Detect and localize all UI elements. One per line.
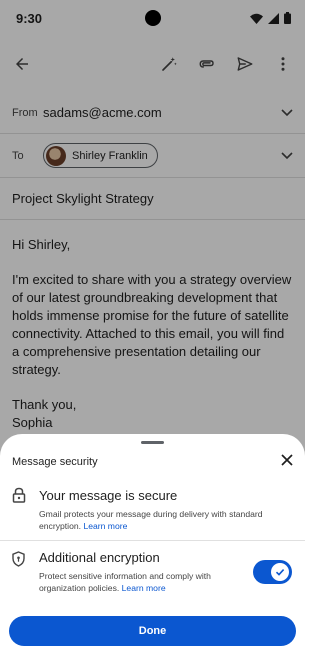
message-security-sheet: Message security Your message is secure … <box>0 434 305 660</box>
encryption-title: Additional encryption <box>39 550 160 565</box>
lock-icon <box>12 487 26 503</box>
sheet-header: Message security <box>12 452 293 472</box>
secure-learn-more-link[interactable]: Learn more <box>83 521 127 531</box>
secure-description: Gmail protects your message during deliv… <box>39 508 289 532</box>
secure-item: Your message is secure Gmail protects yo… <box>0 486 305 536</box>
secure-description-text: Gmail protects your message during deliv… <box>39 509 263 531</box>
check-icon <box>275 569 285 576</box>
drag-handle[interactable] <box>141 441 164 444</box>
toggle-thumb <box>271 563 289 581</box>
close-icon <box>281 454 293 466</box>
secure-title: Your message is secure <box>39 488 178 503</box>
divider <box>0 540 305 541</box>
done-button[interactable]: Done <box>9 616 296 646</box>
encryption-description: Protect sensitive information and comply… <box>39 570 244 594</box>
encryption-toggle[interactable] <box>253 560 292 584</box>
close-button[interactable] <box>281 453 293 471</box>
sheet-title: Message security <box>12 456 98 468</box>
encryption-learn-more-link[interactable]: Learn more <box>122 583 166 593</box>
shield-icon <box>12 551 25 567</box>
